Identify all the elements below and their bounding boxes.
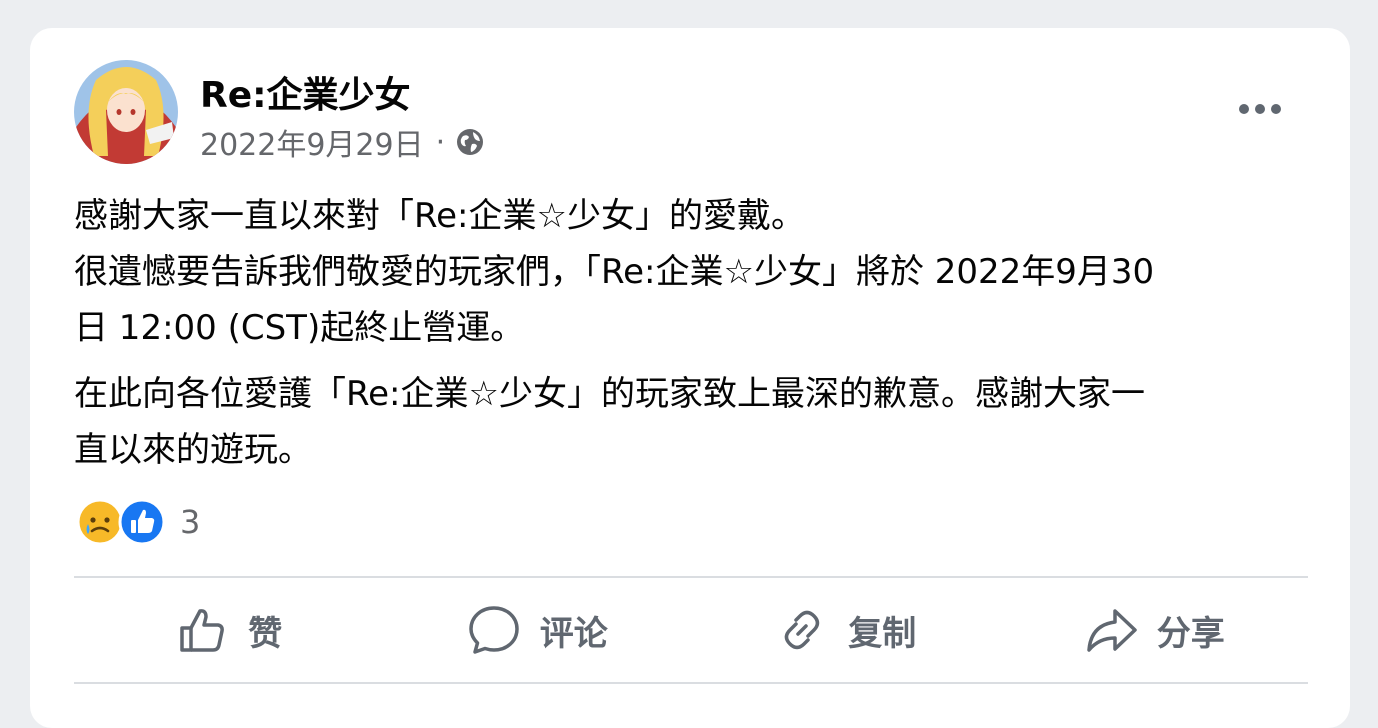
post-text-line: 感謝大家一直以來對「Re:企業☆少女」的愛戴。 bbox=[74, 196, 805, 236]
globe-icon bbox=[457, 129, 484, 155]
like-thumb-icon bbox=[118, 498, 166, 546]
comment-label: 评论 bbox=[539, 613, 608, 654]
divider bbox=[74, 576, 1308, 578]
more-options-button[interactable] bbox=[1230, 92, 1290, 126]
avatar-image bbox=[74, 60, 178, 164]
comment-bubble-icon bbox=[469, 606, 519, 654]
sad-crying-face-icon bbox=[76, 498, 124, 546]
post-card: Re:企業少女 2022年9月29日 · 感謝大家一直以來對「Re:企業☆少女」… bbox=[30, 28, 1350, 728]
thumbs-up-icon bbox=[180, 609, 225, 652]
meta-separator: · bbox=[435, 124, 446, 160]
post-author-name[interactable]: Re:企業少女 bbox=[200, 66, 411, 118]
post-text-line: 日 12:00 (CST)起終止營運。 bbox=[74, 308, 525, 348]
more-options-icon bbox=[1239, 104, 1281, 114]
post-body: 感謝大家一直以來對「Re:企業☆少女」的愛戴。 很遺憾要告訴我們敬愛的玩家們，「… bbox=[74, 188, 1314, 478]
post-text-line: 直以來的遊玩。 bbox=[74, 430, 312, 470]
reaction-count: 3 bbox=[180, 503, 201, 541]
like-button[interactable]: 赞 bbox=[74, 592, 383, 668]
post-paragraph: 感謝大家一直以來對「Re:企業☆少女」的愛戴。 很遺憾要告訴我們敬愛的玩家們，「… bbox=[74, 188, 1314, 356]
copy-label: 复制 bbox=[848, 613, 917, 654]
comment-button[interactable]: 评论 bbox=[383, 592, 692, 668]
copy-button[interactable]: 复制 bbox=[691, 592, 1000, 668]
share-arrow-icon bbox=[1087, 609, 1137, 652]
post-meta: 2022年9月29日 · bbox=[200, 120, 485, 164]
share-label: 分享 bbox=[1156, 613, 1225, 654]
post-text-line: 在此向各位愛護「Re:企業☆少女」的玩家致上最深的歉意。感謝大家一 bbox=[74, 374, 1145, 414]
post-text-line: 很遺憾要告訴我們敬愛的玩家們，「Re:企業☆少女」將於 2022年9月30 bbox=[74, 252, 1155, 292]
link-chain-icon bbox=[785, 610, 820, 650]
divider bbox=[74, 682, 1308, 684]
post-paragraph: 在此向各位愛護「Re:企業☆少女」的玩家致上最深的歉意。感謝大家一 直以來的遊玩… bbox=[74, 366, 1314, 478]
share-button[interactable]: 分享 bbox=[1000, 592, 1309, 668]
like-label: 赞 bbox=[248, 613, 283, 654]
avatar[interactable] bbox=[74, 60, 178, 164]
post-timestamp[interactable]: 2022年9月29日 bbox=[200, 120, 424, 164]
reactions-summary[interactable]: 3 bbox=[76, 498, 200, 546]
post-action-bar: 赞 评论 复制 分享 bbox=[74, 592, 1308, 668]
